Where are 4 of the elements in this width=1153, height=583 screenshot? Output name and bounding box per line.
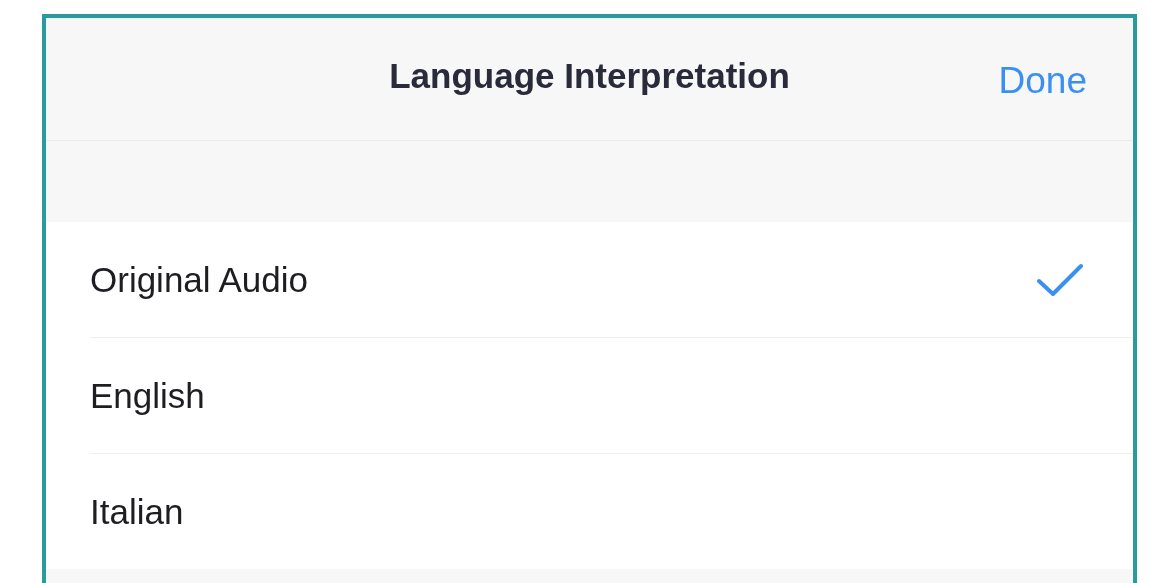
dialog-title: Language Interpretation — [389, 56, 790, 96]
language-option[interactable]: English — [90, 338, 1133, 454]
language-option[interactable]: Original Audio — [90, 222, 1133, 338]
language-option[interactable]: Italian — [90, 454, 1133, 569]
